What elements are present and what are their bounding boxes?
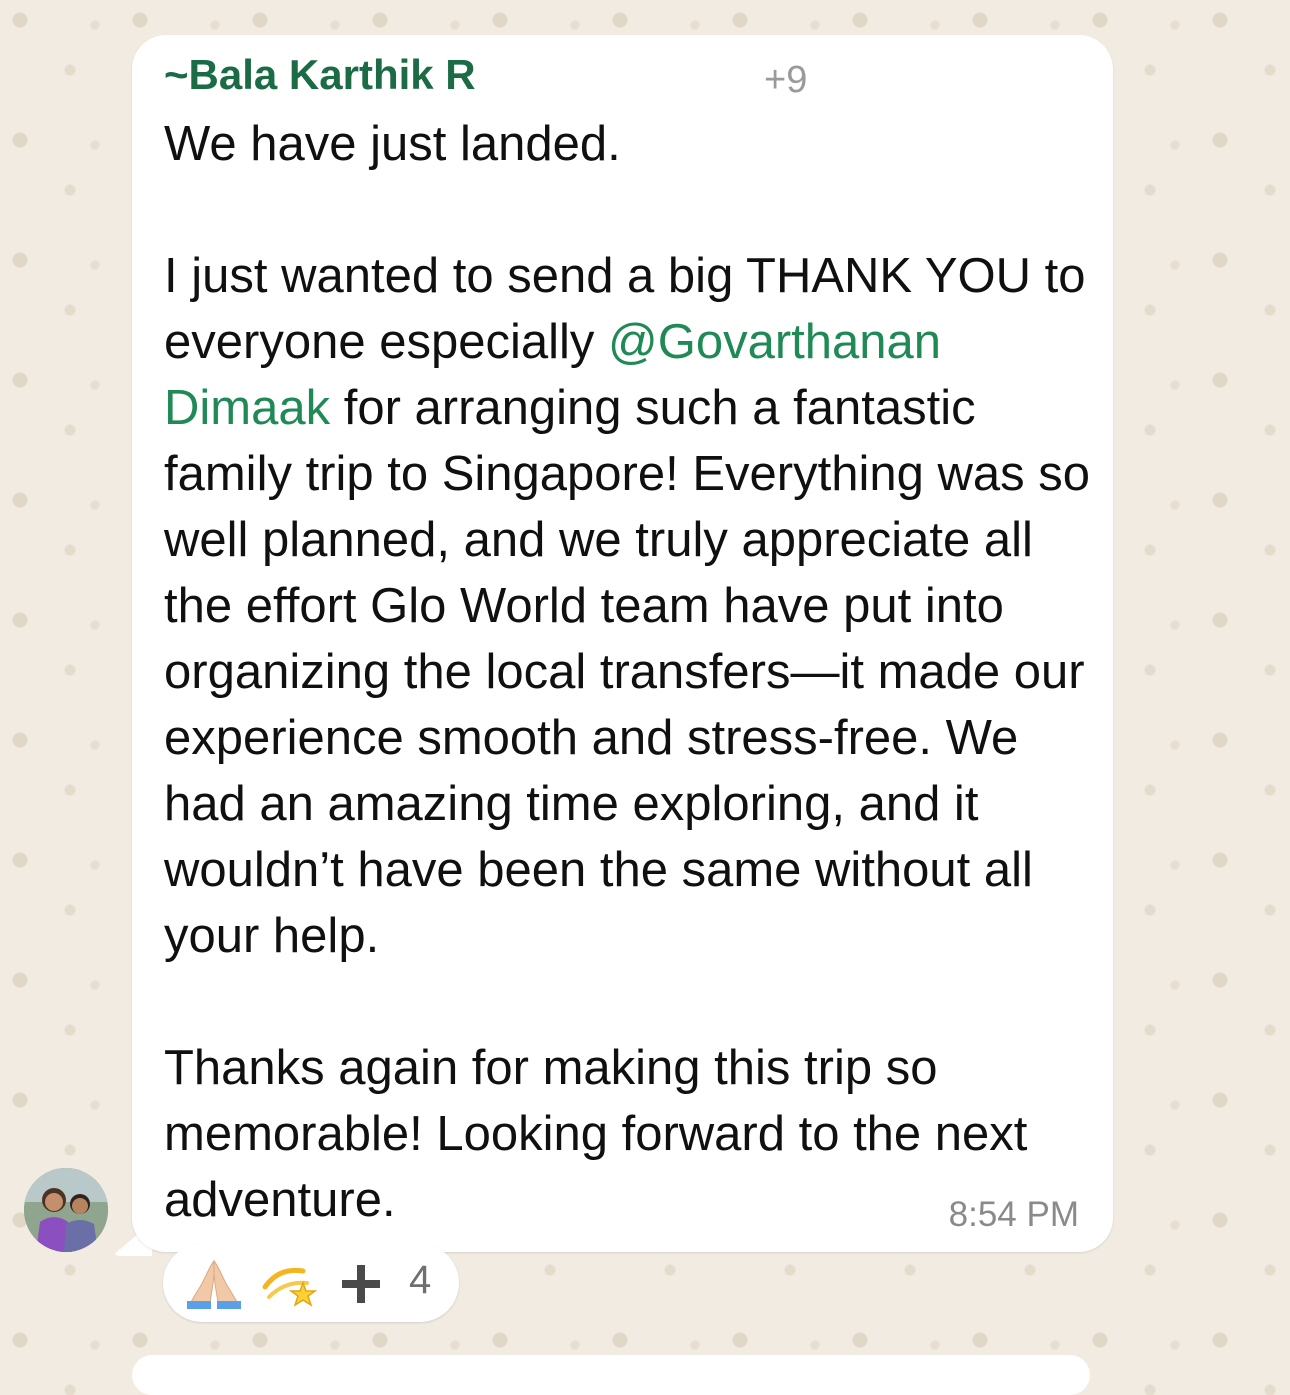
- message-bubble[interactable]: ~Bala Karthik R +9 We have just landed. …: [132, 35, 1113, 1252]
- paragraph-2-after: for arranging such a fantastic family tr…: [164, 381, 1090, 963]
- message-paragraph-2: I just wanted to send a big THANK YOU to…: [164, 243, 1094, 969]
- message-spacer: [164, 177, 1094, 243]
- add-reaction-icon[interactable]: [339, 1262, 383, 1311]
- reaction-count: 4: [409, 1258, 432, 1302]
- phone-text: +9: [764, 59, 808, 99]
- phone-redaction: [810, 59, 1084, 81]
- message-time: 8:54 PM: [948, 1195, 1079, 1234]
- dizzy-star-icon[interactable]: [259, 1257, 318, 1314]
- message-text: We have just landed. I just wanted to se…: [164, 111, 1094, 1233]
- message-spacer: [164, 969, 1094, 1035]
- sender-name-text: Bala Karthik R: [188, 51, 476, 98]
- sender-avatar[interactable]: [24, 1168, 108, 1252]
- avatar-photo-icon: [24, 1168, 108, 1252]
- sender-phone: +9: [764, 59, 1084, 99]
- sender-prefix: ~: [164, 51, 189, 98]
- sender-name[interactable]: ~Bala Karthik R: [164, 51, 476, 99]
- folded-hands-icon[interactable]: [185, 1257, 243, 1314]
- message-paragraph-1: We have just landed.: [164, 117, 621, 171]
- next-message-bubble[interactable]: [132, 1355, 1090, 1395]
- reactions-bar[interactable]: 4: [163, 1244, 459, 1322]
